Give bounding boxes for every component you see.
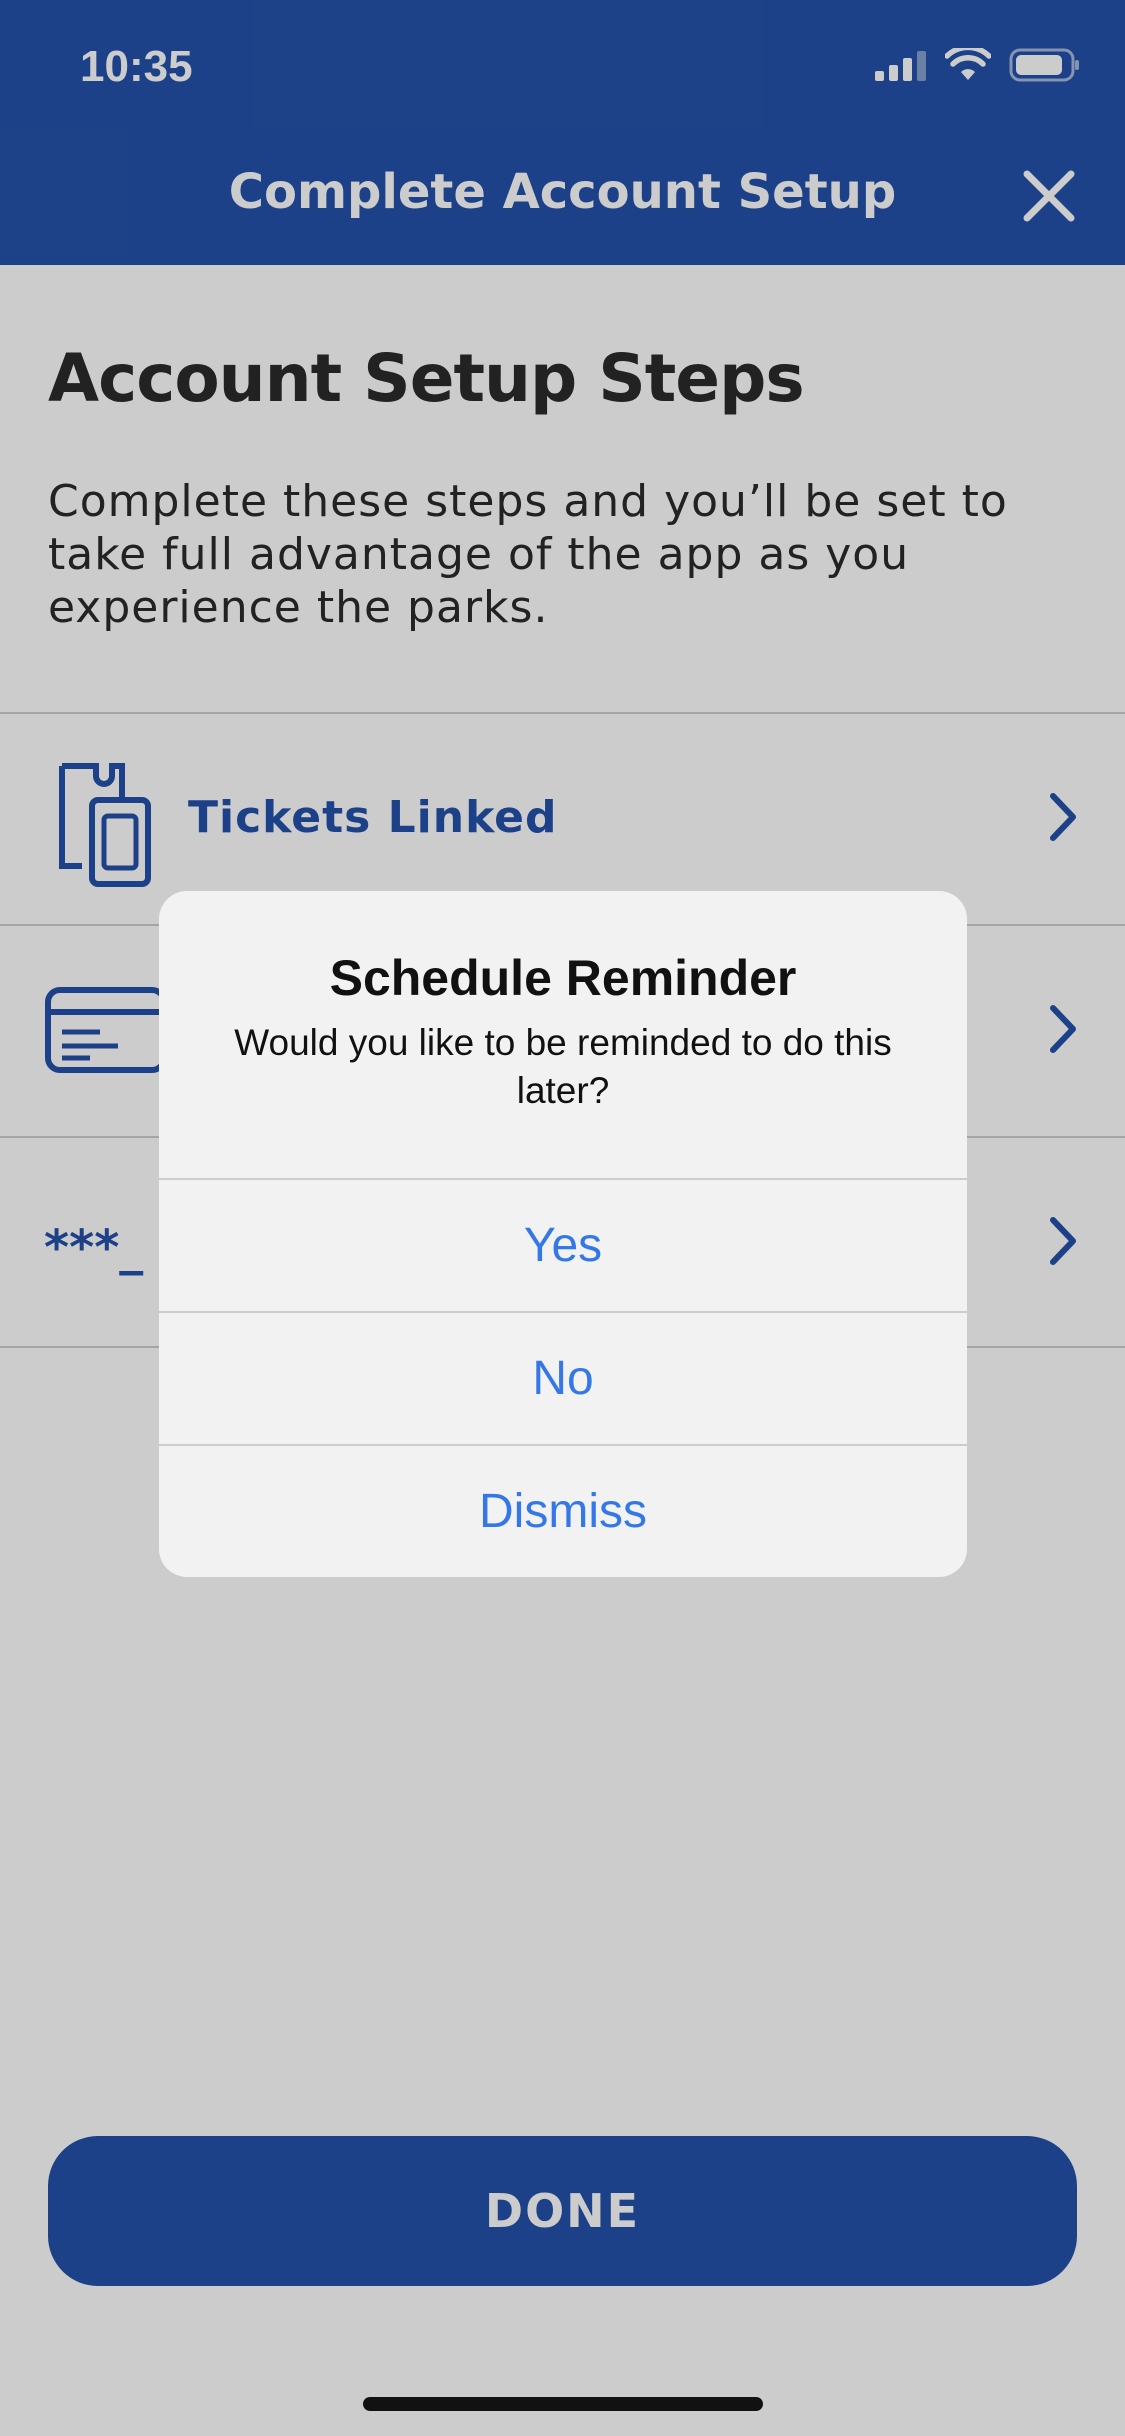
alert-title: Schedule Reminder bbox=[329, 950, 797, 1006]
alert-message: Would you like to be reminded to do this… bbox=[234, 1022, 892, 1111]
schedule-reminder-alert: Schedule Reminder Would you like to be r… bbox=[159, 891, 967, 1577]
alert-dismiss-button[interactable]: Dismiss bbox=[159, 1444, 967, 1577]
home-indicator[interactable] bbox=[363, 2397, 763, 2411]
alert-no-button[interactable]: No bbox=[159, 1311, 967, 1444]
alert-yes-button[interactable]: Yes bbox=[159, 1178, 967, 1311]
